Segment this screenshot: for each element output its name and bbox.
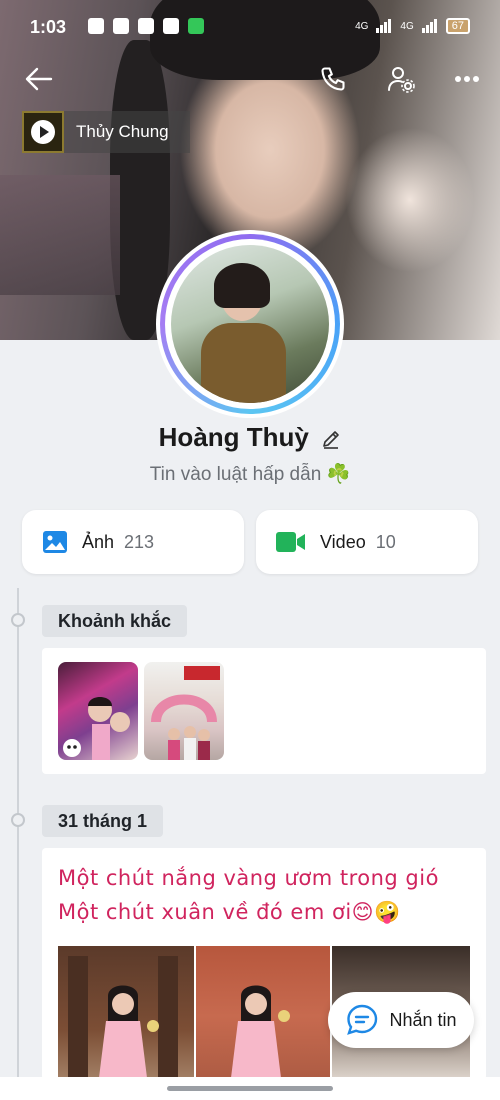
- phone-icon: [321, 67, 345, 91]
- status-right: 4G 4G 67: [355, 18, 470, 34]
- more-dots-icon: [455, 76, 479, 82]
- vpn-icon: [138, 18, 154, 34]
- moments-header: Khoảnh khắc: [42, 605, 188, 637]
- profile-name-row: Hoàng Thuỳ: [0, 422, 500, 454]
- profile-settings-button[interactable]: [384, 62, 418, 96]
- back-arrow-icon: [25, 67, 53, 91]
- post-caption-line-1: Một chút nắng vàng ươm trong gió: [58, 866, 439, 890]
- photos-count: 213: [124, 531, 155, 552]
- photos-label: Ảnh: [82, 531, 115, 552]
- post-photo[interactable]: [196, 946, 330, 1080]
- profile-bio: Tin vào luật hấp dẫn ☘️: [149, 464, 351, 485]
- navigation-bar: [0, 1077, 500, 1100]
- music-thumbnail: [22, 111, 64, 153]
- image-icon: [43, 531, 67, 553]
- signal-bars-icon: [421, 19, 437, 33]
- videos-count: 10: [375, 531, 396, 552]
- moments-panel: [42, 648, 486, 774]
- notification-icon: [88, 18, 104, 34]
- moment-thumbnail[interactable]: [144, 662, 224, 760]
- chat-icon: [188, 18, 204, 34]
- more-options-button[interactable]: [450, 62, 484, 96]
- post-caption-line-2: Một chút xuân về đó em ơi😊🤪: [58, 900, 401, 924]
- status-time: 1:03: [30, 17, 67, 37]
- post-photo-subject: [230, 985, 290, 1080]
- notification-icons: [88, 18, 204, 34]
- battery-icon: 67: [445, 18, 470, 34]
- post-photo[interactable]: [58, 946, 194, 1080]
- moment-photo: [151, 666, 220, 760]
- post-photo-subject: [68, 956, 178, 1080]
- avatar-body-shape: [201, 323, 286, 403]
- pencil-icon: [323, 431, 340, 450]
- call-button[interactable]: [316, 62, 350, 96]
- profile-music[interactable]: Thủy Chung: [22, 111, 190, 153]
- moment-photo: [63, 697, 130, 760]
- signal-right-icon: 4G: [400, 20, 414, 32]
- timeline-dot: [11, 613, 25, 627]
- videos-button[interactable]: Video 10: [256, 510, 478, 574]
- signal-bars-icon: [376, 19, 392, 33]
- home-indicator[interactable]: [167, 1086, 333, 1091]
- back-button[interactable]: [22, 62, 56, 96]
- videos-label: Video: [320, 531, 366, 552]
- music-title: Thủy Chung: [76, 122, 169, 141]
- avatar-hair-shape: [214, 263, 270, 308]
- timeline-dot: [11, 813, 25, 827]
- avatar-border: [165, 239, 335, 409]
- avatar[interactable]: [156, 230, 344, 418]
- timeline-line: [17, 588, 19, 1100]
- post-date-header: 31 tháng 1: [42, 805, 164, 837]
- zalo-icon: [163, 18, 179, 34]
- video-camera-icon: [276, 532, 305, 552]
- photos-button[interactable]: Ảnh 213: [22, 510, 244, 574]
- signal-left-icon: 4G: [355, 20, 369, 32]
- message-button[interactable]: Nhắn tin: [328, 992, 474, 1048]
- play-icon: [31, 120, 55, 144]
- edit-name-button[interactable]: [321, 429, 341, 454]
- profile-name: Hoàng Thuỳ: [158, 422, 309, 452]
- status-bar: 1:03 4G 4G 67: [0, 0, 500, 50]
- messenger-icon: [113, 18, 129, 34]
- moment-thumbnail[interactable]: [58, 662, 138, 760]
- chat-bubble-icon: [347, 1004, 378, 1035]
- avatar-photo: [171, 245, 329, 403]
- message-button-label: Nhắn tin: [389, 1009, 457, 1030]
- user-settings-icon: [388, 67, 415, 93]
- cover-background-shape: [0, 175, 120, 295]
- story-ring: [160, 234, 340, 414]
